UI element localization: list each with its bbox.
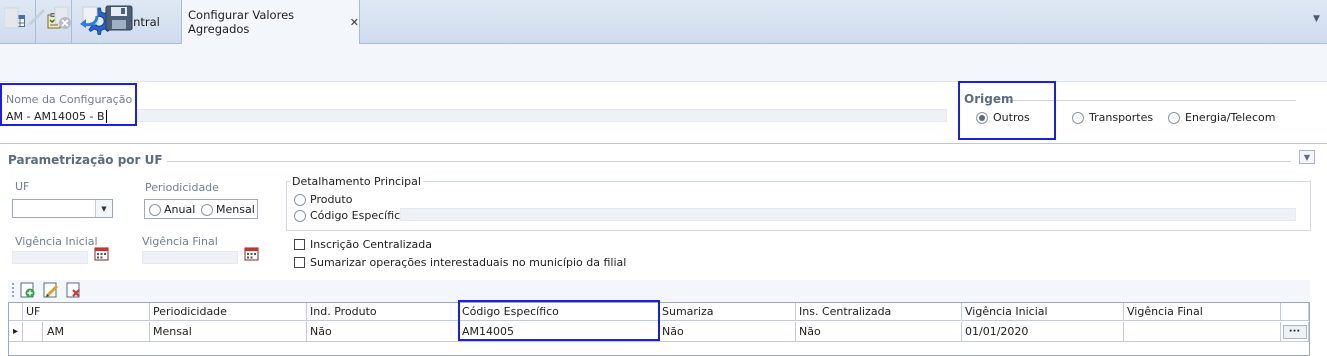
origem-title: Origem [964, 92, 1014, 106]
codigo-especifico-input[interactable] [400, 208, 1296, 221]
uf-select[interactable]: ▼ [12, 199, 113, 218]
grid-toolbar-grip [12, 283, 14, 297]
origem-transportes-label: Transportes [1089, 111, 1154, 124]
toolbar [0, 44, 1327, 82]
detalhamento-option-produto[interactable]: Produto [294, 193, 352, 206]
radio-transportes[interactable] [1072, 111, 1084, 124]
col-header-vigencia-inicial[interactable]: Vigência Inicial [962, 303, 1124, 321]
vigencia-inicial-input[interactable] [12, 251, 88, 264]
tabs-dropdown-icon[interactable]: ▼ [1313, 14, 1323, 24]
cell-vigencia-inicial[interactable]: 01/01/2020 [962, 322, 1124, 342]
text-caret [105, 110, 107, 123]
inscricao-checkbox-row[interactable]: Inscrição Centralizada [294, 238, 432, 251]
nome-input-value: AM - AM14005 - B [6, 110, 105, 123]
origem-energia-label: Energia/Telecom [1185, 111, 1276, 124]
edit-row-button[interactable] [43, 282, 59, 301]
sumarizar-checkbox[interactable] [294, 257, 305, 268]
col-header-actions [1281, 303, 1309, 321]
add-row-button[interactable] [20, 282, 36, 301]
tab-configurar-valores-agregados[interactable]: Configurar Valores Agregados ✕ [182, 0, 360, 45]
origem-option-energia[interactable]: Energia/Telecom [1168, 111, 1275, 124]
nome-field-track [135, 109, 947, 122]
chevron-down-icon[interactable]: ▼ [95, 200, 112, 217]
cell-vigencia-final[interactable] [1124, 322, 1281, 342]
col-header-periodicidade[interactable]: Periodicidade [150, 303, 307, 321]
radio-mensal[interactable] [201, 203, 213, 216]
anual-label: Anual [164, 203, 196, 216]
param-group-title: Parametrização por UF [8, 153, 167, 167]
grid-header-indicator [9, 303, 23, 321]
origem-option-transportes[interactable]: Transportes [1072, 111, 1153, 124]
close-icon[interactable]: ✕ [350, 16, 359, 29]
sumarizar-checkbox-row[interactable]: Sumarizar operações interestaduais no mu… [294, 256, 626, 269]
mensal-label: Mensal [216, 203, 255, 216]
col-header-uf[interactable]: UF [23, 303, 150, 321]
origem-outros-label: Outros [993, 111, 1030, 124]
row-actions-cell: ··· [1281, 322, 1309, 342]
nome-label: Nome da Configuração [6, 93, 133, 106]
edit-button[interactable] [24, 5, 48, 33]
origem-option-outros[interactable]: Outros [976, 111, 1030, 124]
cell-ins-centralizada[interactable]: Não [796, 322, 962, 342]
col-header-vigencia-final[interactable]: Vigência Final [1124, 303, 1281, 321]
vigencia-final-input[interactable] [142, 251, 238, 264]
param-group-line [146, 161, 1291, 162]
cell-periodicidade[interactable]: Mensal [150, 322, 307, 342]
produto-label: Produto [310, 193, 353, 206]
cell-uf[interactable]: AM [42, 322, 150, 342]
radio-codigo-especifico[interactable] [294, 209, 306, 222]
delete-row-button[interactable] [66, 282, 82, 301]
detalhamento-option-codigo[interactable]: Código Específico [294, 209, 407, 222]
col-header-ind-produto[interactable]: Ind. Produto [307, 303, 459, 321]
edit-row-icon [43, 282, 59, 301]
radio-outros[interactable] [976, 111, 988, 124]
vigencia-final-label: Vigência Final [142, 235, 218, 248]
sumarizar-label: Sumarizar operações interestaduais no mu… [310, 256, 627, 269]
floppy-disk-icon [105, 5, 133, 34]
table-row-spacer [23, 322, 42, 342]
row-indicator-icon[interactable]: ▸ [9, 322, 23, 342]
detalhamento-title: Detalhamento Principal [290, 175, 423, 188]
uf-label: UF [15, 180, 30, 193]
undo-arrow-icon [79, 6, 101, 33]
codigo-especifico-highlight-box [458, 300, 660, 341]
inscricao-label: Inscrição Centralizada [310, 238, 432, 251]
inscricao-checkbox[interactable] [294, 239, 305, 250]
new-button[interactable] [0, 5, 24, 33]
delete-row-icon [66, 282, 82, 301]
periodicidade-label: Periodicidade [145, 181, 219, 194]
grid-toolbar [8, 280, 1310, 302]
nome-input[interactable]: AM - AM14005 - B [6, 110, 107, 123]
delete-icon [53, 5, 75, 34]
new-document-icon [3, 7, 20, 32]
col-header-sumariza[interactable]: Sumariza [659, 303, 796, 321]
radio-energia[interactable] [1168, 111, 1180, 124]
periodicidade-option-anual[interactable]: Anual [149, 203, 195, 216]
radio-produto[interactable] [294, 193, 306, 206]
col-header-ins-centralizada[interactable]: Ins. Centralizada [796, 303, 962, 321]
ellipsis-button[interactable]: ··· [1282, 324, 1307, 339]
pencil-icon [25, 7, 47, 32]
radio-anual[interactable] [149, 203, 161, 216]
add-row-icon [20, 282, 36, 301]
collapse-chevron-icon[interactable]: ▼ [1299, 150, 1315, 164]
vigencia-inicial-label: Vigência Inicial [15, 235, 98, 248]
calendar-icon[interactable] [244, 246, 259, 264]
cell-ind-produto[interactable]: Não [307, 322, 459, 342]
cell-sumariza[interactable]: Não [659, 322, 796, 342]
tab-active-label: Configurar Valores Agregados [188, 8, 295, 36]
periodicidade-option-mensal[interactable]: Mensal [201, 203, 255, 216]
codigo-especifico-label: Código Específico [310, 209, 407, 222]
save-button[interactable] [104, 5, 134, 33]
undo-button[interactable] [78, 5, 102, 33]
delete-button[interactable] [52, 5, 76, 33]
calendar-icon[interactable] [94, 246, 109, 264]
detalhamento-group [286, 181, 1311, 231]
